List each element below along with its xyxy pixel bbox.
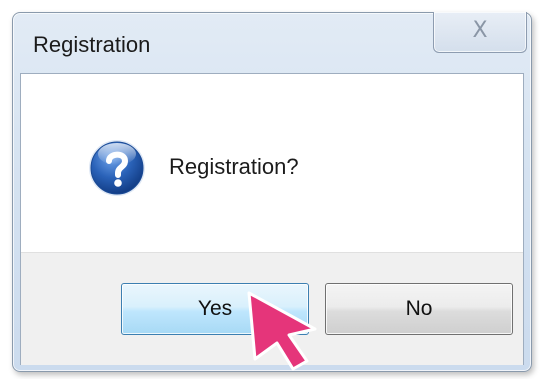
message-text: Registration? [169,154,299,179]
pointer-arrow-icon [247,291,317,371]
screenshot-stage: Registration X Registration? Yes No [0,0,541,379]
no-button[interactable]: No [325,283,513,335]
close-button[interactable]: X [433,12,527,53]
title-bar[interactable]: Registration X [13,12,531,73]
question-icon [89,140,145,196]
message-area: Registration? [21,74,523,252]
close-icon: X [472,18,488,43]
dialog-title: Registration [33,32,151,57]
no-button-label: No [405,297,433,320]
